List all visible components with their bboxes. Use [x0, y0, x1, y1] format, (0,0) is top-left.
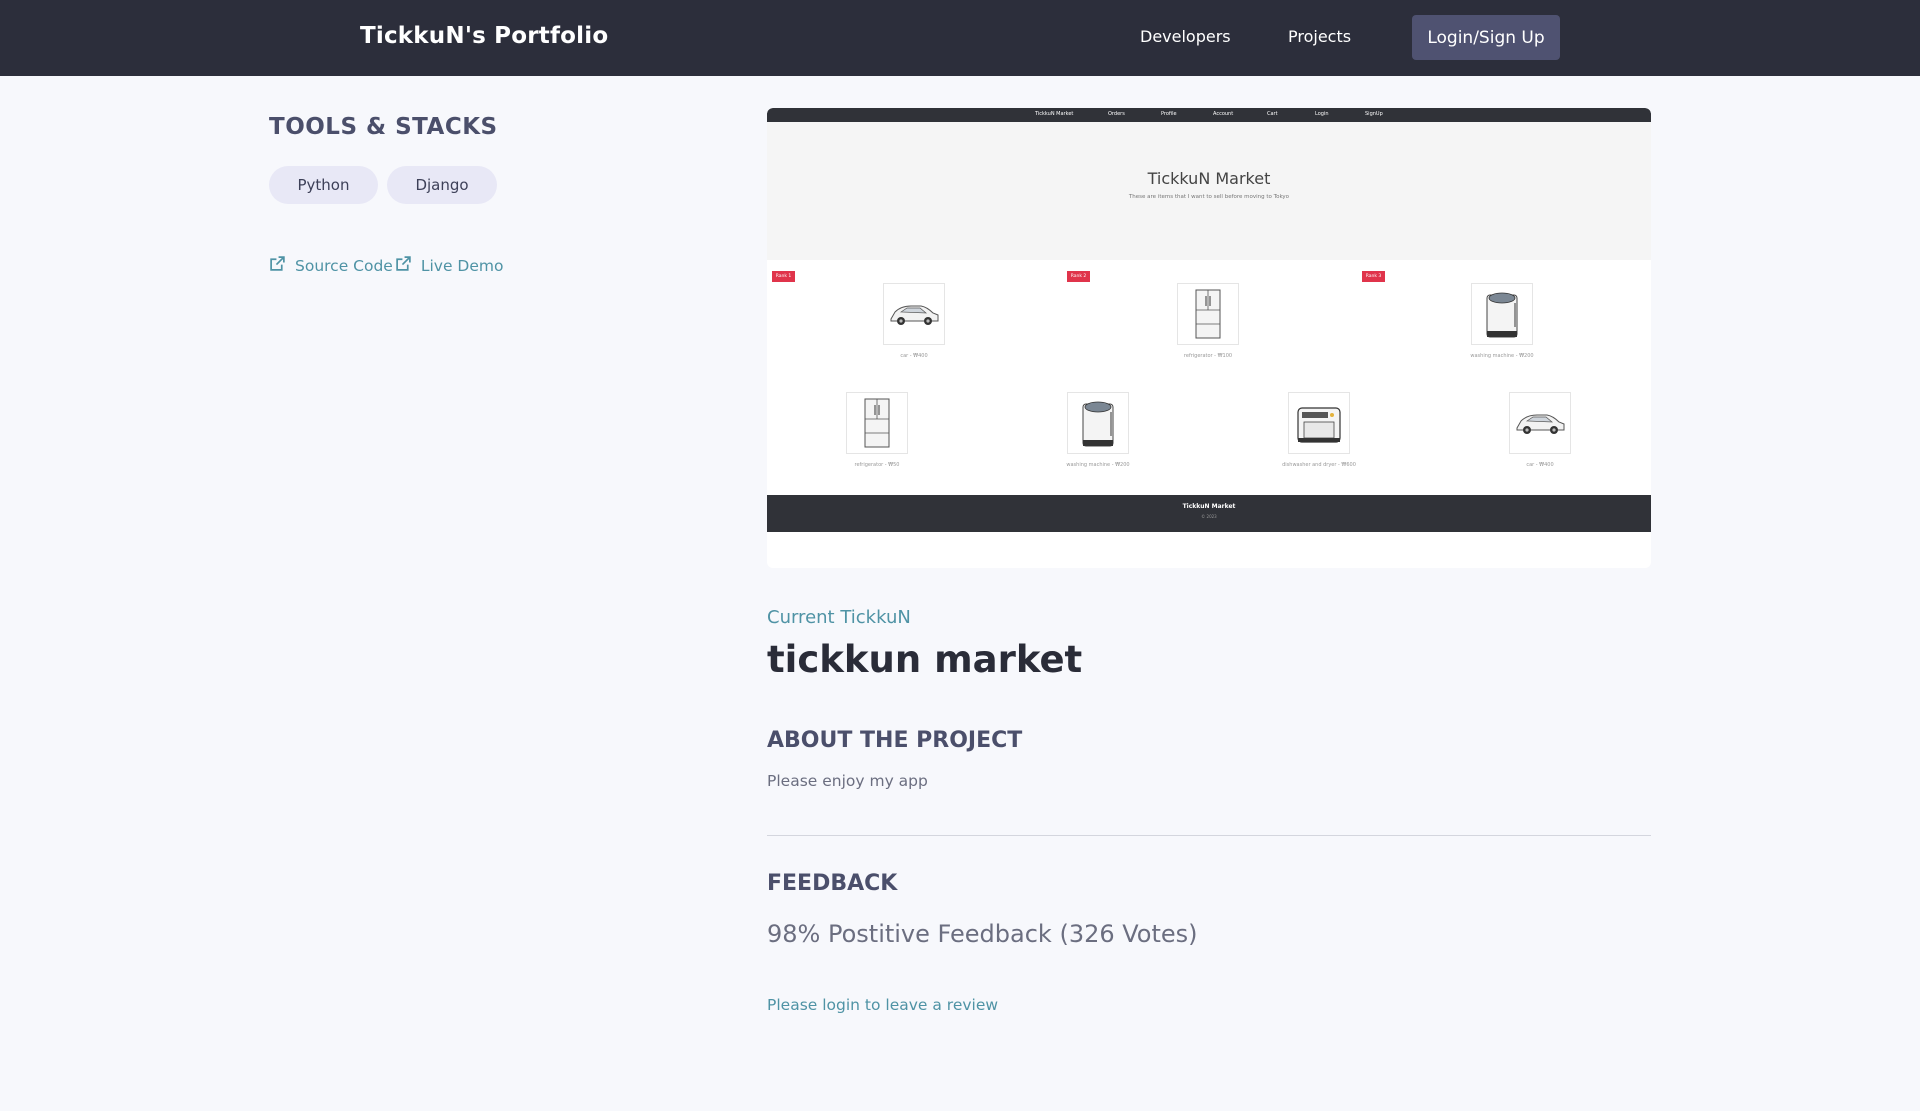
about-heading: ABOUT THE PROJECT: [767, 728, 1023, 753]
preview-item-refrigerator: [1177, 283, 1239, 345]
preview-footer: TickkuN Market © 2023: [767, 495, 1651, 532]
nav-link-developers[interactable]: Developers: [1140, 27, 1231, 46]
preview-nav-item: SignUp: [1365, 111, 1383, 117]
tools-stacks-heading: TOOLS & STACKS: [269, 114, 498, 140]
preview-rank-badge: Rank 2: [1067, 271, 1090, 282]
login-to-review-link[interactable]: Please login to leave a review: [767, 996, 998, 1014]
page-title: tickkun market: [767, 638, 1083, 681]
login-signup-button[interactable]: Login/Sign Up: [1412, 15, 1560, 60]
preview-nav-item: Cart: [1267, 111, 1278, 117]
feedback-heading: FEEDBACK: [767, 871, 898, 896]
tech-chip-python: Python: [269, 166, 378, 204]
washing-machine-icon: [1082, 401, 1114, 447]
project-preview-image: TickkuN Market Orders Profile Account Ca…: [767, 108, 1651, 568]
divider: [767, 835, 1651, 836]
preview-item-car: [883, 283, 945, 345]
preview-item-washing-machine: [1471, 283, 1533, 345]
about-text: Please enjoy my app: [767, 772, 928, 790]
nav-link-projects[interactable]: Projects: [1288, 27, 1351, 46]
preview-navbar: TickkuN Market Orders Profile Account Ca…: [767, 108, 1651, 122]
car-icon: [1516, 414, 1565, 434]
preview-nav-item: TickkuN Market: [1035, 111, 1074, 117]
source-code-label: Source Code: [295, 257, 393, 275]
preview-footer-copyright: © 2023: [1201, 514, 1217, 519]
preview-item-caption: washing machine - ₩200: [1470, 353, 1534, 359]
live-demo-label: Live Demo: [420, 257, 504, 275]
feedback-summary: 98% Postitive Feedback (326 Votes): [767, 920, 1198, 948]
preview-hero: TickkuN Market These are items that I wa…: [767, 122, 1651, 260]
preview-item-refrigerator: [846, 392, 908, 454]
brand-logo[interactable]: TickkuN's Portfolio: [360, 23, 608, 49]
preview-item-caption: refrigerator - ₩50: [854, 462, 900, 468]
top-navbar: TickkuN's Portfolio Developers Projects …: [0, 0, 1920, 76]
external-link-icon: [396, 255, 411, 271]
preview-rank-badge: Rank 3: [1362, 271, 1385, 282]
preview-nav-item: Login: [1315, 111, 1329, 117]
preview-item-caption: refrigerator - ₩100: [1183, 353, 1233, 359]
preview-footer-title: TickkuN Market: [1182, 503, 1236, 510]
source-code-link[interactable]: Source Code: [269, 255, 393, 275]
preview-item-car: [1509, 392, 1571, 454]
refrigerator-icon: [864, 398, 890, 448]
external-link-icon: [270, 255, 285, 271]
preview-item-dishwasher: [1288, 392, 1350, 454]
live-demo-link[interactable]: Live Demo: [395, 255, 504, 275]
car-icon: [890, 305, 939, 325]
preview-item-washing-machine: [1067, 392, 1129, 454]
preview-item-caption: car - ₩400: [1526, 462, 1554, 468]
preview-item-caption: car - ₩400: [900, 353, 928, 359]
preview-item-caption: washing machine - ₩200: [1066, 462, 1130, 468]
refrigerator-icon: [1195, 289, 1221, 339]
preview-title: TickkuN Market: [1147, 169, 1271, 188]
project-links: Source Code Live Demo: [269, 254, 503, 278]
washing-machine-icon: [1486, 292, 1518, 338]
preview-item-caption: dishwasher and dryer - ₩600: [1282, 462, 1356, 468]
tech-chip-django: Django: [387, 166, 497, 204]
preview-rank-badge: Rank 1: [772, 271, 795, 282]
preview-nav-item: Profile: [1161, 111, 1177, 117]
preview-subtitle: These are items that I want to sell befo…: [1128, 194, 1290, 200]
dishwasher-icon: [1297, 407, 1341, 443]
preview-nav-item: Orders: [1108, 111, 1125, 117]
preview-nav-item: Account: [1213, 111, 1234, 117]
project-owner-label: Current TickkuN: [767, 607, 911, 628]
